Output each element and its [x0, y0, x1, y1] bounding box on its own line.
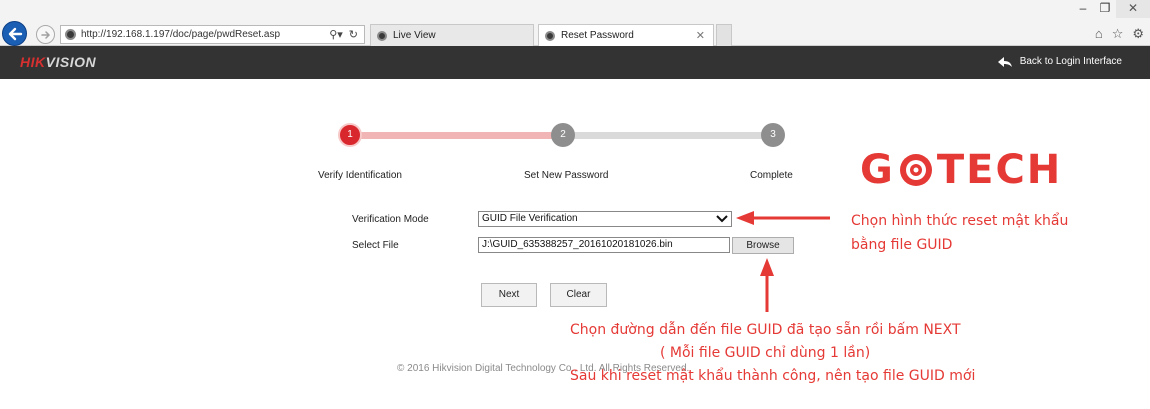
- verification-mode-select[interactable]: GUID File Verification: [478, 211, 732, 227]
- brand-left: G: [860, 147, 895, 193]
- clear-button[interactable]: Clear: [550, 283, 607, 307]
- logo-primary: HIK: [20, 54, 46, 70]
- annotation-file-line2: ( Mỗi file GUID chỉ dùng 1 lần): [660, 345, 871, 361]
- restore-icon[interactable]: ❐: [1094, 0, 1116, 18]
- step-progress-pending: [562, 132, 772, 139]
- tab-label: Reset Password: [561, 30, 634, 41]
- close-window-icon[interactable]: ✕: [1116, 0, 1150, 18]
- verification-mode-label: Verification Mode: [352, 214, 429, 225]
- tab-favicon-icon: [377, 30, 387, 41]
- annotation-file-line1: Chọn đường dẫn đến file GUID đã tạo sẵn …: [570, 322, 961, 338]
- step-1-dot: 1: [338, 123, 362, 147]
- tab-label: Live View: [393, 30, 436, 41]
- gotech-logo: G TECH: [860, 147, 1063, 193]
- step-2-label: Set New Password: [524, 170, 609, 181]
- step-3-dot: 3: [761, 123, 785, 147]
- address-actions: ⚲▾ ↻: [329, 28, 364, 41]
- arrow-to-mode-select: [736, 211, 830, 225]
- camera-lens-icon: [899, 154, 932, 186]
- tab-close-icon[interactable]: ✕: [696, 29, 705, 42]
- search-icon[interactable]: ⚲▾: [329, 28, 343, 41]
- reply-arrow-icon: [997, 56, 1012, 67]
- next-button[interactable]: Next: [481, 283, 537, 307]
- home-icon[interactable]: ⌂: [1095, 26, 1103, 42]
- file-path-input[interactable]: J:\GUID_635388257_20161020181026.bin: [478, 237, 730, 253]
- address-bar[interactable]: http://192.168.1.197/doc/page/pwdReset.a…: [60, 25, 365, 44]
- window-controls: – ❐ ✕: [1072, 0, 1150, 18]
- back-to-login-label: Back to Login Interface: [1019, 56, 1122, 67]
- arrow-to-browse-button: [760, 258, 774, 312]
- tab-reset-password[interactable]: Reset Password ✕: [538, 24, 714, 46]
- tab-favicon-icon: [545, 30, 555, 41]
- step-progress-done: [350, 132, 562, 139]
- annotation-file-line3: Sau khi reset mật khẩu thành công, nên t…: [570, 368, 976, 384]
- browser-tools: ⌂ ☆ ⚙: [1095, 26, 1144, 42]
- new-tab-button[interactable]: [716, 24, 732, 46]
- minimize-icon[interactable]: –: [1072, 0, 1094, 18]
- brand-right: TECH: [936, 147, 1063, 193]
- browse-button[interactable]: Browse: [732, 237, 794, 254]
- select-file-label: Select File: [352, 240, 399, 251]
- browser-chrome: – ❐ ✕ http://192.168.1.197/doc/page/pwdR…: [0, 0, 1150, 46]
- star-icon[interactable]: ☆: [1112, 26, 1124, 42]
- step-2-dot: 2: [551, 123, 575, 147]
- annotation-mode-line2: bằng file GUID: [851, 237, 953, 253]
- chevron-down-icon: [716, 215, 728, 223]
- back-to-login-link[interactable]: Back to Login Interface: [997, 56, 1122, 67]
- logo-secondary: VISION: [45, 54, 97, 70]
- page-favicon-icon: [65, 29, 76, 40]
- step-3-label: Complete: [750, 170, 793, 181]
- app-header: HIKVISION Back to Login Interface: [0, 46, 1150, 79]
- url-text[interactable]: http://192.168.1.197/doc/page/pwdReset.a…: [81, 29, 329, 40]
- step-1-label: Verify Identification: [318, 170, 402, 181]
- gear-icon[interactable]: ⚙: [1132, 26, 1144, 42]
- tab-live-view[interactable]: Live View: [370, 24, 534, 46]
- refresh-icon[interactable]: ↻: [349, 28, 358, 41]
- annotation-mode-line1: Chọn hình thức reset mật khẩu: [851, 213, 1069, 229]
- forward-arrow-icon[interactable]: [36, 25, 55, 44]
- hikvision-logo: HIKVISION: [20, 54, 96, 70]
- back-arrow-icon[interactable]: [2, 21, 27, 46]
- verification-mode-value: GUID File Verification: [482, 213, 578, 224]
